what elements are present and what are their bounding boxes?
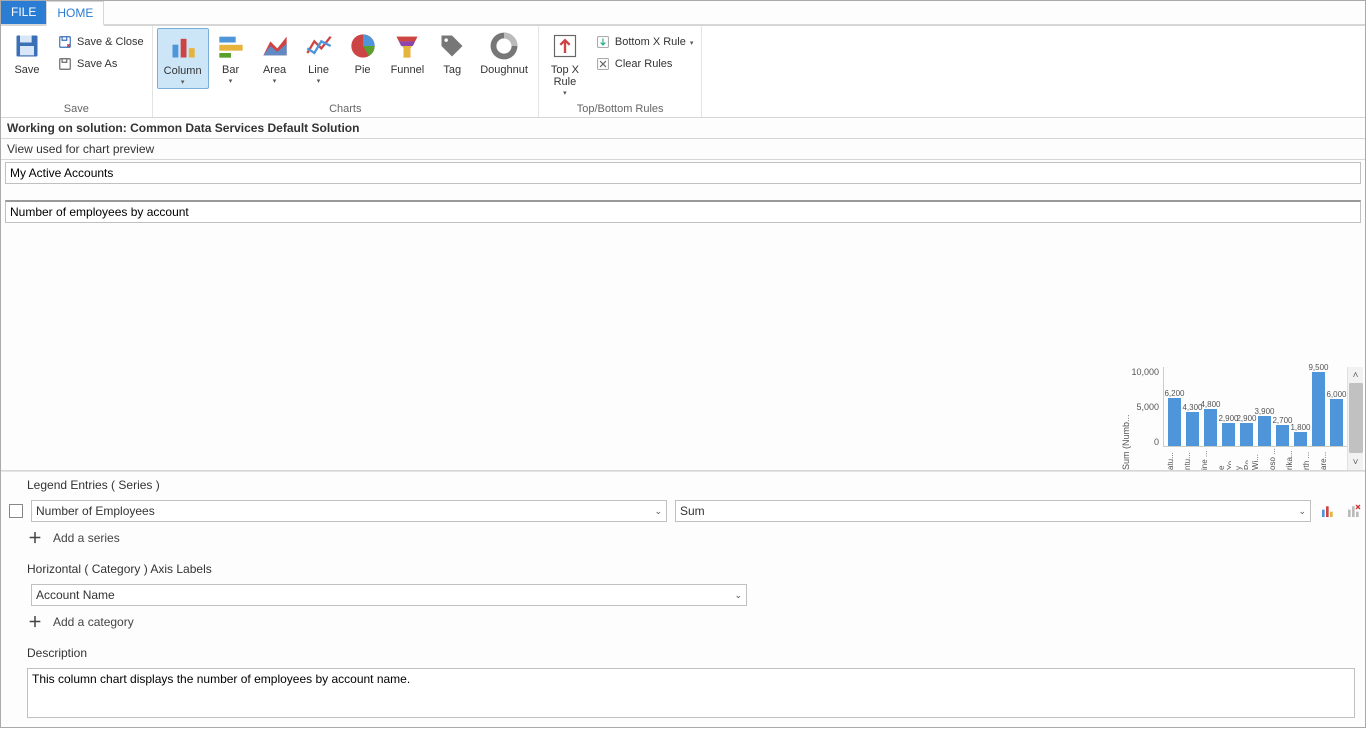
column-chart-icon — [167, 31, 199, 63]
clear-rules-icon — [595, 56, 611, 72]
save-close-label: Save & Close — [77, 36, 144, 48]
bottom-x-icon — [595, 34, 611, 50]
series-field-combo[interactable]: Number of Employees ⌄ — [31, 500, 667, 522]
series-field-value: Number of Employees — [36, 504, 155, 518]
series-aggregate-combo[interactable]: Sum ⌄ — [675, 500, 1311, 522]
area-chart-icon — [259, 30, 291, 62]
line-label: Line — [308, 64, 329, 76]
add-series-button[interactable]: ＋ Add a series — [27, 530, 1363, 546]
chevron-down-icon: ▾ — [229, 77, 233, 85]
chart-type-pie-button[interactable]: Pie — [341, 28, 385, 78]
ribbon-group-rules-label: Top/Bottom Rules — [543, 102, 697, 117]
chart-bars: 6,2004,3004,8002,9002,9003,9002,7001,800… — [1163, 367, 1347, 447]
chart-type-bar-button[interactable]: Bar ▾ — [209, 28, 253, 87]
scroll-up-icon[interactable]: ˄ — [1348, 367, 1364, 383]
chart-preview-area: Sum (Numb... 10,0005,0000 6,2004,3004,80… — [1, 225, 1365, 471]
clear-rules-button[interactable]: Clear Rules — [591, 54, 697, 74]
ribbon-group-save-label: Save — [5, 102, 148, 117]
chart-y-axis-label: Sum (Numb... — [1121, 367, 1131, 470]
bar-chart-icon — [215, 30, 247, 62]
tag-label: Tag — [443, 64, 461, 76]
save-close-icon — [57, 34, 73, 50]
series-section-label: Legend Entries ( Series ) — [27, 478, 1363, 492]
bar-label: Bar — [222, 64, 239, 76]
description-textarea[interactable] — [27, 668, 1355, 718]
save-as-button[interactable]: Save As — [53, 54, 148, 74]
ribbon-group-charts-label: Charts — [157, 102, 534, 117]
save-close-button[interactable]: Save & Close — [53, 32, 148, 52]
ribbon-tabs: FILE HOME — [1, 1, 1365, 26]
series-checkbox[interactable] — [9, 504, 23, 518]
save-as-icon — [57, 56, 73, 72]
top-x-icon — [549, 30, 581, 62]
ribbon-group-charts: Column ▾ Bar ▾ Area ▾ — [153, 26, 539, 117]
top-x-label: Top X Rule — [551, 64, 579, 88]
category-section-label: Horizontal ( Category ) Axis Labels — [27, 562, 1363, 576]
chart-type-column-button[interactable]: Column ▾ — [157, 28, 209, 89]
category-field-value: Account Name — [36, 588, 115, 602]
chevron-down-icon: ▾ — [563, 89, 567, 97]
pie-label: Pie — [355, 64, 371, 76]
chart-style-icon[interactable] — [1319, 502, 1337, 520]
tab-home[interactable]: HOME — [46, 1, 104, 26]
tag-icon — [436, 30, 468, 62]
view-selector-input[interactable] — [5, 162, 1361, 184]
save-icon — [11, 30, 43, 62]
view-used-label: View used for chart preview — [1, 139, 1365, 160]
column-label: Column — [164, 65, 202, 77]
chart-title-input[interactable] — [5, 200, 1361, 223]
chart-type-area-button[interactable]: Area ▾ — [253, 28, 297, 87]
category-field-combo[interactable]: Account Name ⌄ — [31, 584, 747, 606]
chart-x-ticks: atu...ntu...ine ...e Yo...y Po...Wi...os… — [1163, 448, 1333, 470]
bottom-x-rule-button[interactable]: Bottom X Rule ▾ — [591, 32, 697, 52]
delete-series-icon[interactable] — [1345, 502, 1363, 520]
chevron-down-icon: ▾ — [690, 39, 694, 47]
chevron-down-icon: ▾ — [273, 77, 277, 85]
ribbon-group-rules: Top X Rule ▾ Bottom X Rule ▾ — [539, 26, 702, 117]
chevron-down-icon: ⌄ — [734, 590, 742, 601]
chart-type-doughnut-button[interactable]: Doughnut — [474, 28, 534, 78]
chevron-down-icon: ▾ — [317, 77, 321, 85]
chart-type-tag-button[interactable]: Tag — [430, 28, 474, 78]
add-series-label: Add a series — [53, 531, 120, 545]
pie-chart-icon — [347, 30, 379, 62]
bottom-x-label: Bottom X Rule — [615, 36, 686, 48]
plus-icon: ＋ — [27, 614, 43, 630]
series-aggregate-value: Sum — [680, 504, 705, 518]
ribbon-group-save: Save Save & Close Save As — [1, 26, 153, 117]
funnel-chart-icon — [391, 30, 423, 62]
chart-scrollbar[interactable]: ˄ ˅ — [1347, 367, 1363, 470]
plus-icon: ＋ — [27, 530, 43, 546]
save-as-label: Save As — [77, 58, 117, 70]
chevron-down-icon: ⌄ — [1298, 506, 1306, 517]
area-label: Area — [263, 64, 286, 76]
solution-context: Working on solution: Common Data Service… — [1, 118, 1365, 139]
chart-designer: Legend Entries ( Series ) Number of Empl… — [1, 471, 1365, 727]
doughnut-label: Doughnut — [480, 64, 528, 76]
clear-rules-label: Clear Rules — [615, 58, 672, 70]
doughnut-chart-icon — [488, 30, 520, 62]
chevron-down-icon: ⌄ — [654, 506, 662, 517]
funnel-label: Funnel — [391, 64, 425, 76]
app-window: FILE HOME Save Save & Close — [0, 0, 1366, 728]
add-category-label: Add a category — [53, 615, 134, 629]
save-button[interactable]: Save — [5, 28, 49, 78]
save-label: Save — [14, 64, 39, 76]
chart-y-ticks: 10,0005,0000 — [1131, 367, 1163, 447]
scroll-thumb[interactable] — [1349, 383, 1363, 453]
tab-file[interactable]: FILE — [1, 1, 46, 24]
top-x-rule-button[interactable]: Top X Rule ▾ — [543, 28, 587, 99]
scroll-down-icon[interactable]: ˅ — [1348, 454, 1364, 470]
line-chart-icon — [303, 30, 335, 62]
ribbon: Save Save & Close Save As — [1, 26, 1365, 118]
chevron-down-icon: ▾ — [181, 78, 185, 86]
chart-type-line-button[interactable]: Line ▾ — [297, 28, 341, 87]
description-label: Description — [27, 646, 1363, 660]
chart-type-funnel-button[interactable]: Funnel — [385, 28, 431, 78]
add-category-button[interactable]: ＋ Add a category — [27, 614, 1363, 630]
